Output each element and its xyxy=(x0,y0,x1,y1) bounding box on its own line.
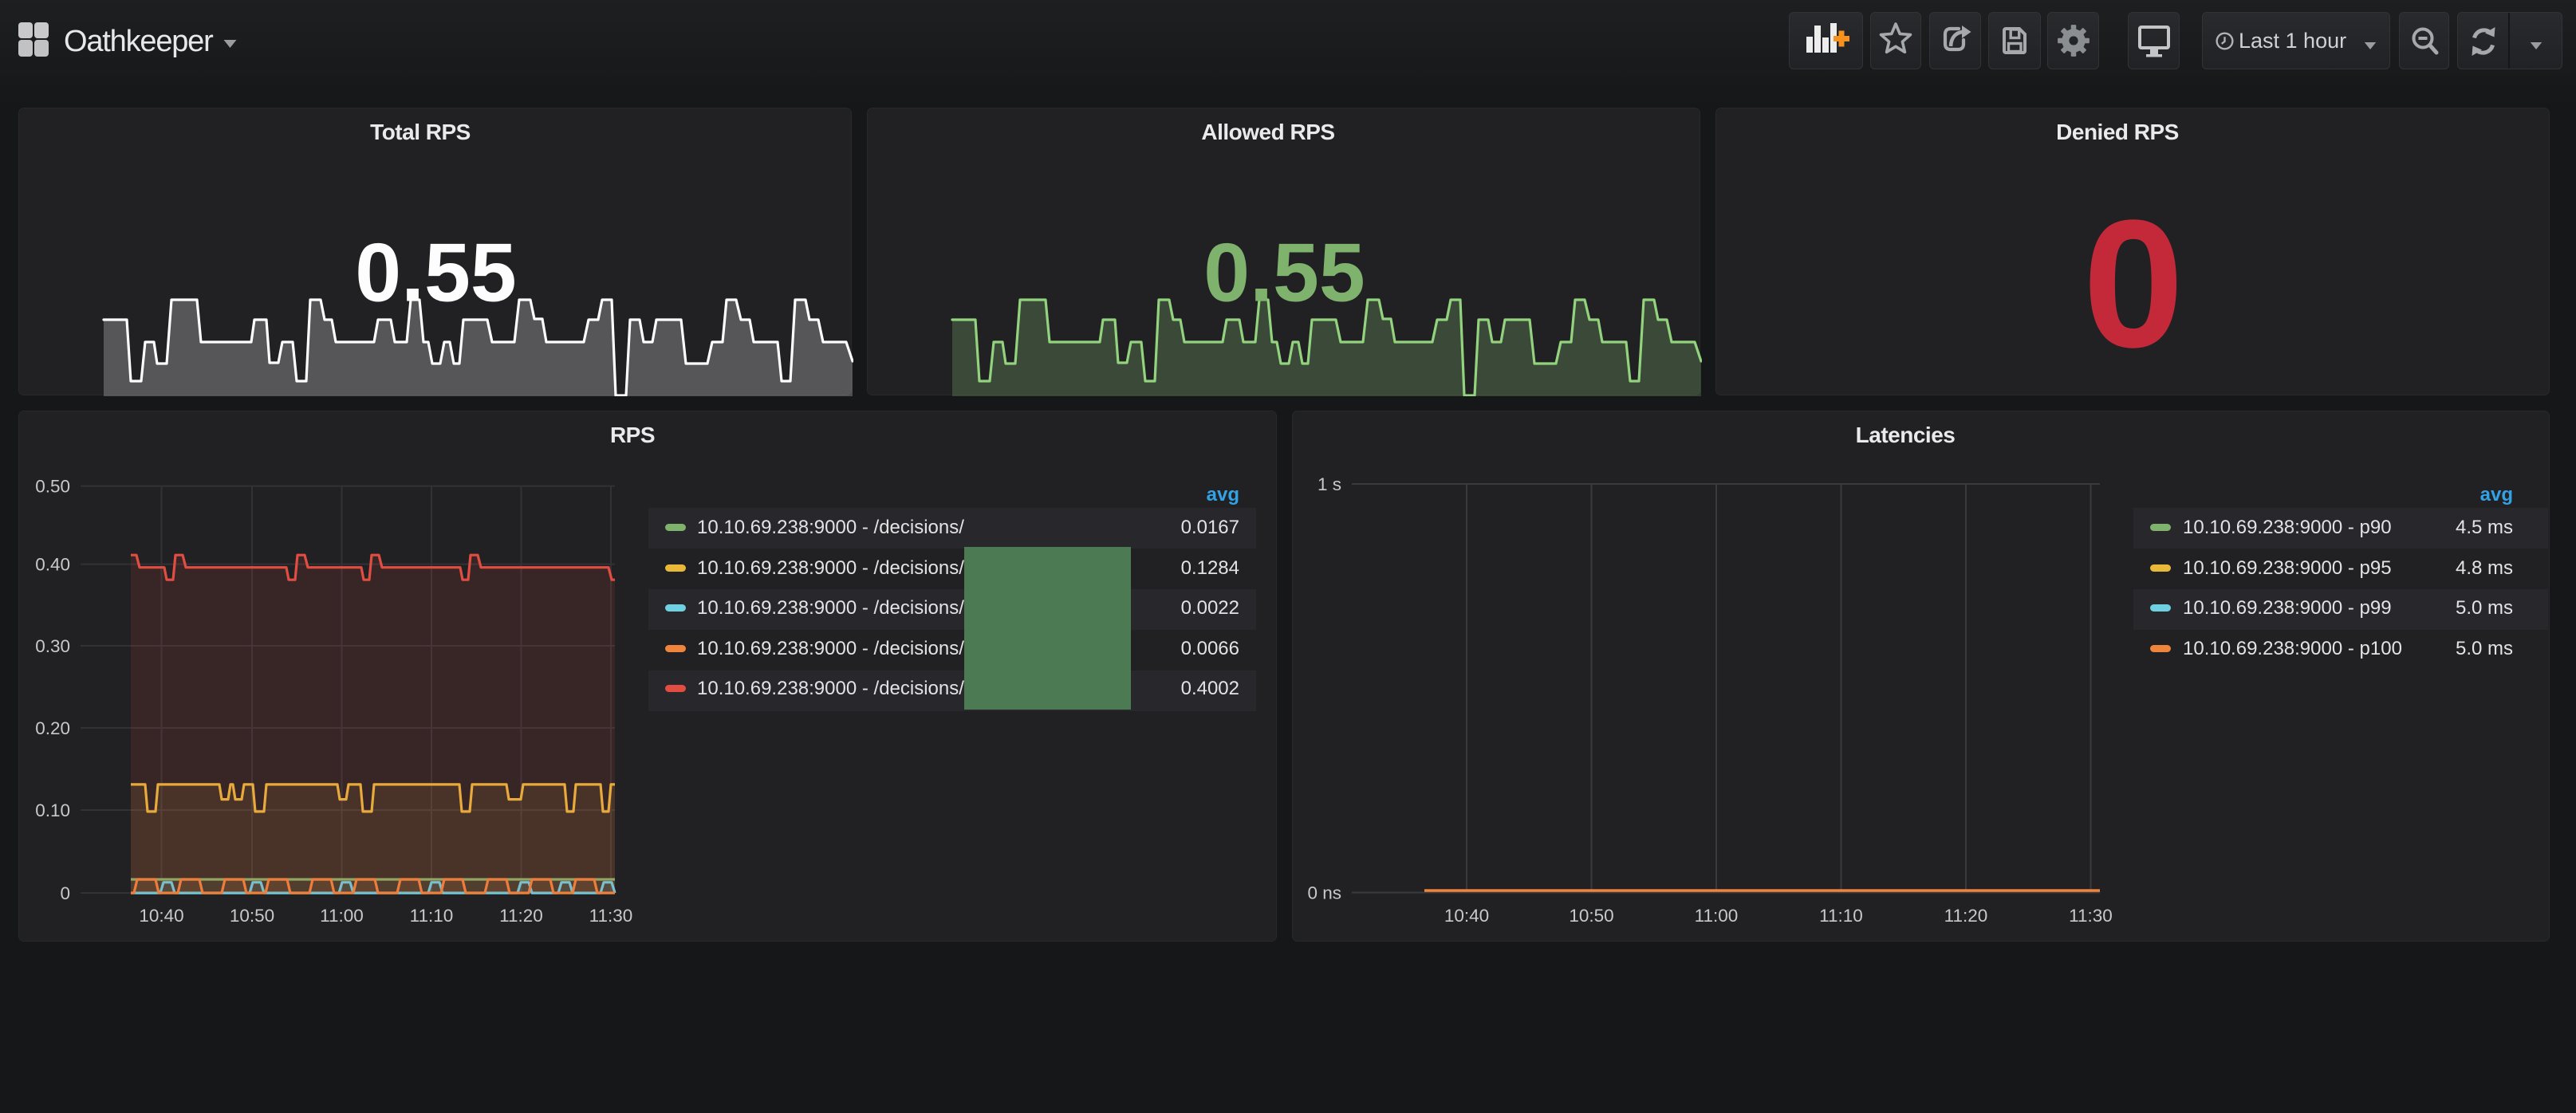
svg-text:10:50: 10:50 xyxy=(230,906,274,926)
svg-text:10:40: 10:40 xyxy=(1444,906,1489,926)
svg-text:10:50: 10:50 xyxy=(1569,906,1613,926)
svg-text:11:30: 11:30 xyxy=(2069,906,2113,926)
svg-text:1 s: 1 s xyxy=(1318,474,1341,494)
svg-text:0.50: 0.50 xyxy=(35,477,70,497)
svg-text:11:20: 11:20 xyxy=(499,906,543,926)
svg-text:10:40: 10:40 xyxy=(139,906,183,926)
svg-text:11:00: 11:00 xyxy=(1695,906,1739,926)
svg-text:11:00: 11:00 xyxy=(320,906,364,926)
svg-text:0.20: 0.20 xyxy=(35,718,70,738)
svg-text:11:30: 11:30 xyxy=(589,906,633,926)
svg-text:11:20: 11:20 xyxy=(1944,906,1988,926)
svg-text:11:10: 11:10 xyxy=(1819,906,1863,926)
svg-text:0 ns: 0 ns xyxy=(1307,883,1341,903)
svg-text:0: 0 xyxy=(60,883,70,903)
svg-text:0.30: 0.30 xyxy=(35,636,70,656)
svg-text:0.40: 0.40 xyxy=(35,555,70,575)
svg-text:11:10: 11:10 xyxy=(410,906,454,926)
svg-text:0.10: 0.10 xyxy=(35,800,70,820)
